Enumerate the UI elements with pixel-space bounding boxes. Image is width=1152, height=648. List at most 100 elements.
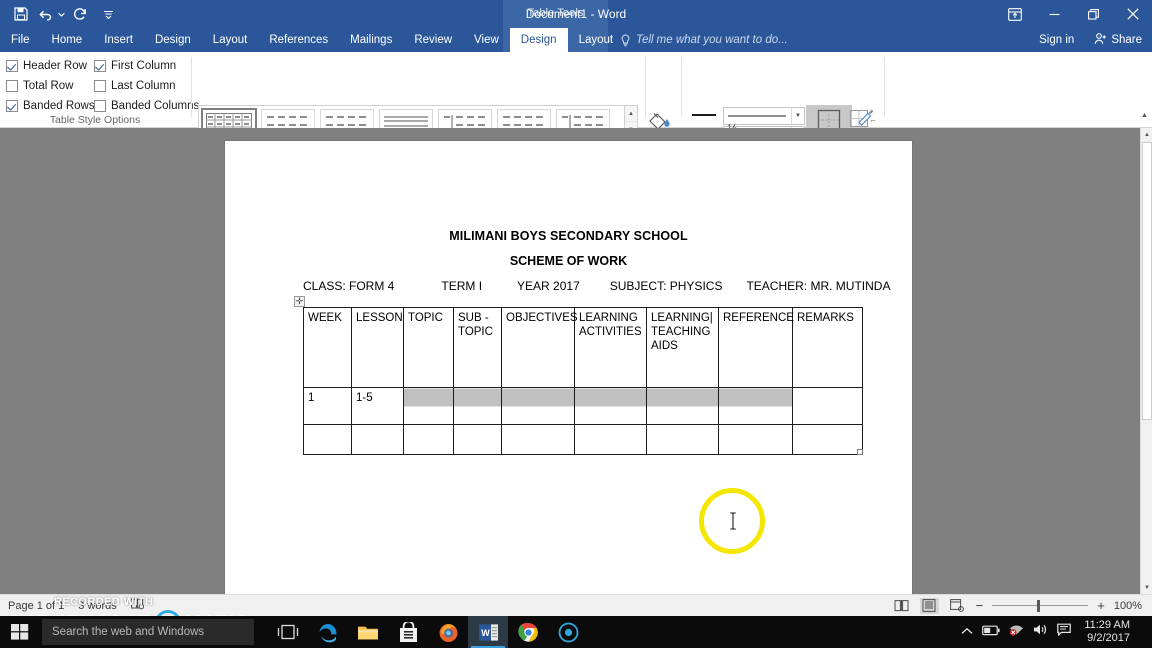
scheme-of-work-table[interactable]: WEEK LESSON TOPIC SUB - TOPIC OBJECTIVES… xyxy=(303,307,863,455)
checkbox-total-row[interactable]: Total Row xyxy=(6,80,94,92)
table-cell-sub-topic[interactable] xyxy=(453,424,502,455)
document-canvas[interactable]: MILIMANI BOYS SECONDARY SCHOOL SCHEME OF… xyxy=(0,128,1140,594)
table-header-sub-topic[interactable]: SUB - TOPIC xyxy=(453,307,502,388)
table-header-reference[interactable]: REFERENCE xyxy=(718,307,794,388)
vertical-scrollbar[interactable]: ▲ ▼ xyxy=(1140,128,1152,594)
tab-insert[interactable]: Insert xyxy=(93,28,144,52)
borders-dialog-launcher-icon[interactable]: ⌐ xyxy=(871,116,876,125)
table-move-handle-icon[interactable]: ✛ xyxy=(294,296,305,307)
table-cell-learning-activities[interactable] xyxy=(574,387,647,425)
last-column-checkbox-icon[interactable] xyxy=(94,80,106,92)
close-icon[interactable] xyxy=(1113,0,1152,28)
network-icon[interactable] xyxy=(1009,623,1024,641)
tab-view[interactable]: View xyxy=(463,28,510,52)
checkbox-header-row[interactable]: Header Row xyxy=(6,60,94,72)
line-style-dropdown-icon[interactable]: ▼ xyxy=(791,108,804,124)
banded-columns-checkbox-icon[interactable] xyxy=(94,100,106,112)
table-header-remarks[interactable]: REMARKS xyxy=(792,307,863,388)
action-center-icon[interactable] xyxy=(1057,623,1072,641)
table-cell-remarks[interactable] xyxy=(792,424,863,455)
page-info[interactable]: Page 1 of 1 xyxy=(8,600,64,612)
table-cell-sub-topic[interactable] xyxy=(453,387,502,425)
microsoft-store-icon[interactable] xyxy=(388,616,428,648)
table-cell-lesson[interactable] xyxy=(351,424,404,455)
table-row[interactable]: 1 1-5 xyxy=(303,387,863,425)
volume-icon[interactable] xyxy=(1033,623,1048,641)
zoom-slider-knob[interactable] xyxy=(1037,599,1041,612)
zoom-slider[interactable] xyxy=(992,599,1089,613)
undo-dropdown-icon[interactable] xyxy=(56,1,67,27)
word-icon[interactable]: W xyxy=(468,616,508,648)
table-cell-week[interactable] xyxy=(303,424,352,455)
chrome-icon[interactable] xyxy=(508,616,548,648)
table-cell-reference[interactable] xyxy=(718,424,793,455)
table-header-learning-activities[interactable]: LEARNING ACTIVITIES xyxy=(574,307,647,388)
firefox-icon[interactable] xyxy=(428,616,468,648)
tab-review[interactable]: Review xyxy=(403,28,463,52)
scroll-down-icon[interactable]: ▼ xyxy=(1141,581,1152,594)
undo-icon[interactable] xyxy=(34,1,56,27)
ribbon-display-options-icon[interactable] xyxy=(998,0,1032,28)
redo-icon[interactable] xyxy=(67,1,93,27)
tab-file[interactable]: File xyxy=(0,28,41,52)
header-row-checkbox-icon[interactable] xyxy=(6,60,18,72)
word-count[interactable]: 3 words xyxy=(78,600,117,612)
table-cell-objectives[interactable] xyxy=(501,424,575,455)
table-cell-week[interactable]: 1 xyxy=(303,387,352,425)
table-header-topic[interactable]: TOPIC xyxy=(403,307,454,388)
banded-rows-checkbox-icon[interactable] xyxy=(6,100,18,112)
print-layout-view-button[interactable] xyxy=(919,597,939,614)
table-cell-objectives[interactable] xyxy=(501,387,575,425)
show-desktop-button[interactable] xyxy=(1139,616,1144,648)
table-cell-learning-teaching-aids[interactable] xyxy=(646,387,719,425)
scroll-up-icon[interactable]: ▲ xyxy=(1141,128,1152,141)
file-explorer-icon[interactable] xyxy=(348,616,388,648)
customize-quick-access-toolbar-icon[interactable] xyxy=(93,1,123,27)
checkbox-banded-columns[interactable]: Banded Columns xyxy=(94,100,199,112)
web-layout-view-button[interactable] xyxy=(948,598,967,614)
checkbox-banded-rows[interactable]: Banded Rows xyxy=(6,100,95,112)
tab-home[interactable]: Home xyxy=(41,28,94,52)
zoom-out-button[interactable]: − xyxy=(976,598,984,613)
microsoft-edge-icon[interactable] xyxy=(308,616,348,648)
table-header-row[interactable]: WEEK LESSON TOPIC SUB - TOPIC OBJECTIVES… xyxy=(303,307,863,388)
table-header-learning-teaching-aids[interactable]: LEARNING| TEACHING AIDS xyxy=(646,307,719,388)
proofing-errors-icon[interactable] xyxy=(130,598,144,613)
read-mode-view-button[interactable] xyxy=(892,598,911,614)
show-hidden-icons-icon[interactable] xyxy=(961,623,973,641)
table-cell-reference[interactable] xyxy=(718,387,793,425)
save-icon[interactable] xyxy=(8,1,34,27)
battery-icon[interactable] xyxy=(982,623,1000,641)
table-cell-remarks[interactable] xyxy=(792,387,863,425)
checkbox-first-column[interactable]: First Column xyxy=(94,60,182,72)
restore-icon[interactable] xyxy=(1074,0,1113,28)
table-cell-topic[interactable] xyxy=(403,387,454,425)
table-resize-handle-icon[interactable] xyxy=(857,449,863,455)
table-cell-learning-activities[interactable] xyxy=(574,424,647,455)
share-button[interactable]: Share xyxy=(1084,28,1152,52)
tab-mailings[interactable]: Mailings xyxy=(339,28,403,52)
zoom-level-label[interactable]: 100% xyxy=(1114,600,1142,612)
table-cell-lesson[interactable]: 1-5 xyxy=(351,387,404,425)
table-header-lesson[interactable]: LESSON xyxy=(351,307,404,388)
tab-layout[interactable]: Layout xyxy=(202,28,259,52)
table-header-objectives[interactable]: OBJECTIVES xyxy=(501,307,578,388)
task-view-icon[interactable] xyxy=(268,616,308,648)
start-button[interactable] xyxy=(0,616,40,648)
zoom-in-button[interactable]: + xyxy=(1097,598,1105,613)
tell-me-search[interactable]: Tell me what you want to do... xyxy=(620,28,788,52)
table-header-week[interactable]: WEEK xyxy=(303,307,352,388)
table-cell-learning-teaching-aids[interactable] xyxy=(646,424,719,455)
document-page[interactable]: MILIMANI BOYS SECONDARY SCHOOL SCHEME OF… xyxy=(225,141,912,594)
chevron-up-icon[interactable]: ▲ xyxy=(1138,108,1151,122)
scrollbar-thumb[interactable] xyxy=(1142,142,1152,420)
tab-table-tools-design[interactable]: Design xyxy=(509,28,568,52)
tab-design[interactable]: Design xyxy=(144,28,202,52)
minimize-icon[interactable] xyxy=(1035,0,1074,28)
table-cell-topic[interactable] xyxy=(403,424,454,455)
tab-references[interactable]: References xyxy=(258,28,339,52)
table-row[interactable] xyxy=(303,424,863,455)
taskbar-clock[interactable]: 11:29 AM 9/2/2017 xyxy=(1080,619,1130,645)
checkbox-last-column[interactable]: Last Column xyxy=(94,80,182,92)
sign-in-button[interactable]: Sign in xyxy=(1029,28,1084,52)
